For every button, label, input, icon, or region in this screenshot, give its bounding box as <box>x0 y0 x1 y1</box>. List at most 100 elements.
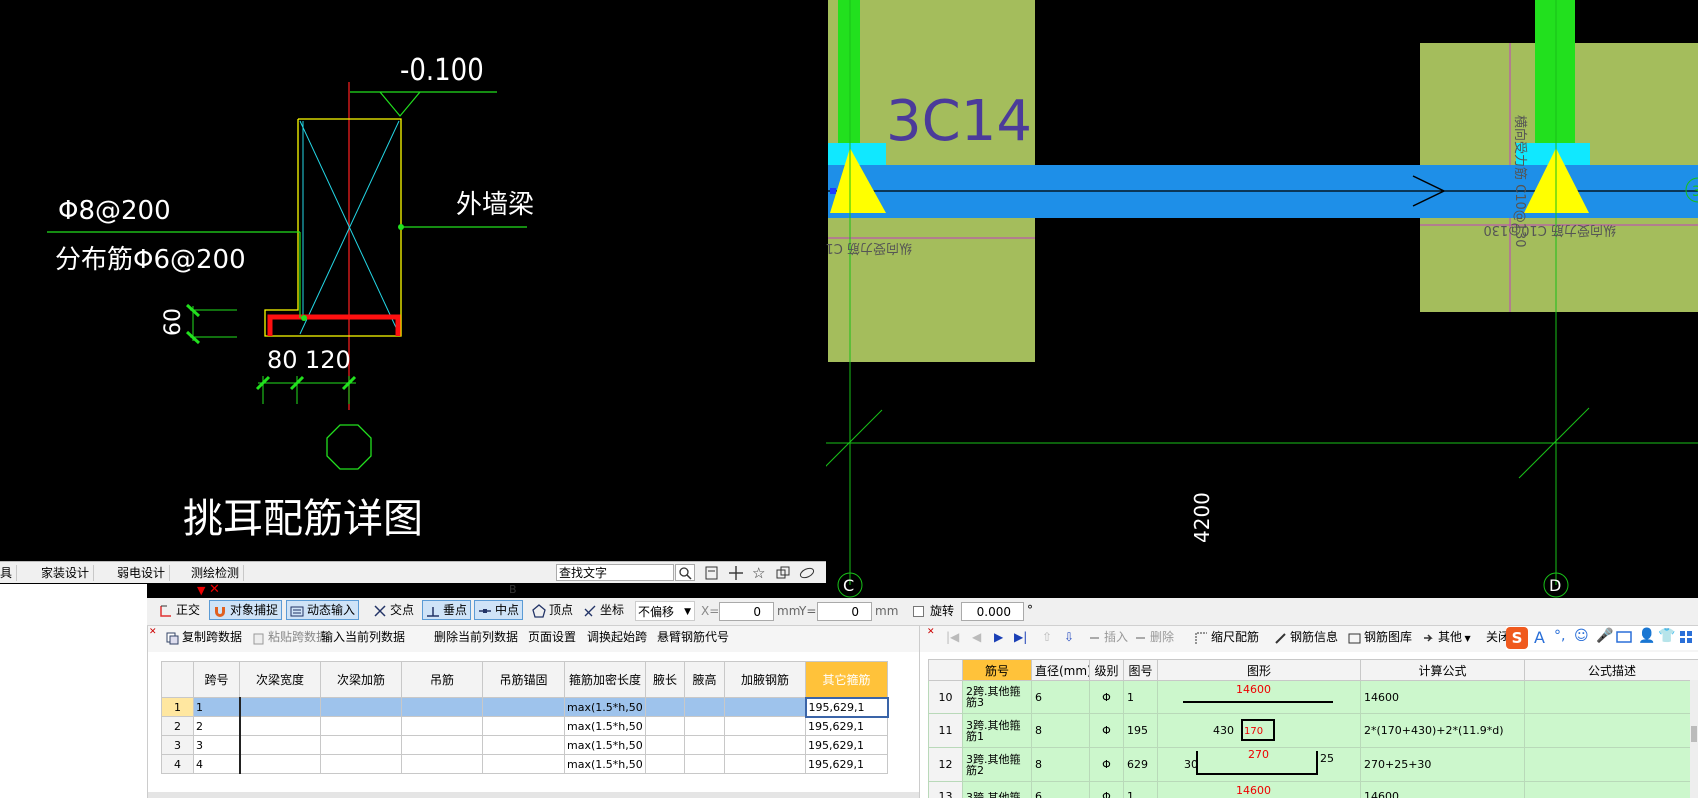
keyboard-icon[interactable] <box>1616 629 1632 648</box>
delete-column-button[interactable]: 删除当前列数据 <box>434 626 518 648</box>
ortho-button[interactable]: 正交 <box>155 600 204 620</box>
vertex-snap-button[interactable]: 顶点 <box>528 600 577 620</box>
column-header[interactable]: 次梁加筋 <box>320 661 402 698</box>
panel-close-icon[interactable]: ✕ <box>149 627 157 637</box>
table-cell[interactable] <box>320 716 402 736</box>
table-cell[interactable] <box>401 716 483 736</box>
column-header-active[interactable]: 筋号 <box>962 659 1032 681</box>
diameter-cell[interactable]: 6 <box>1031 680 1090 714</box>
grade-cell[interactable]: Φ <box>1089 781 1124 798</box>
column-header[interactable]: 直径(mm) <box>1031 659 1090 681</box>
table-cell[interactable] <box>645 754 685 774</box>
rebar-name-cell[interactable]: 2跨.其他箍筋3 <box>962 680 1032 714</box>
table-cell[interactable]: max(1.5*h,50 <box>564 735 646 755</box>
page-setup-button[interactable]: 页面设置 <box>528 626 576 648</box>
rebar-name-cell[interactable]: 3跨.其他箍 <box>962 781 1032 798</box>
rebar-info-button[interactable]: 钢筋信息 <box>1272 626 1338 648</box>
emoji-icon[interactable]: ☺ <box>1574 628 1589 644</box>
menu-item-weak-current[interactable]: 弱电设计 <box>113 565 171 581</box>
coordinate-snap-button[interactable]: 坐标 <box>579 600 628 620</box>
other-menu-button[interactable]: 其他 ▼ <box>1420 626 1471 648</box>
row-number[interactable]: 1 <box>161 697 194 717</box>
formula-cell[interactable]: 14600 <box>1360 781 1525 798</box>
horizontal-scrollbar[interactable] <box>148 792 920 798</box>
formula-description-cell[interactable] <box>1524 747 1698 782</box>
punctuation-icon[interactable]: °, <box>1554 628 1565 644</box>
skin-icon[interactable]: 👕 <box>1658 628 1675 644</box>
row-number[interactable]: 13 <box>928 781 963 798</box>
previous-record-icon[interactable]: ◀ <box>972 630 981 644</box>
table-cell[interactable] <box>320 754 402 774</box>
paste-span-button[interactable]: 粘贴跨数据 <box>250 626 328 648</box>
formula-description-cell[interactable] <box>1524 713 1698 748</box>
rotate-checkbox[interactable] <box>913 606 924 617</box>
shape-cell[interactable]: 30 270 25 <box>1157 747 1361 782</box>
column-header[interactable]: 次梁宽度 <box>239 661 321 698</box>
table-cell[interactable] <box>645 735 685 755</box>
column-header[interactable]: 吊筋 <box>401 661 483 698</box>
perpendicular-snap-button[interactable]: 垂点 <box>422 600 472 620</box>
table-cell[interactable] <box>401 735 483 755</box>
table-row[interactable]: 1 1 max(1.5*h,50 195,629,1 <box>161 696 889 718</box>
column-header[interactable]: 箍筋加密长度 <box>564 661 646 698</box>
column-header[interactable]: 加腋钢筋 <box>724 661 806 698</box>
first-record-icon[interactable]: |◀ <box>946 630 959 644</box>
ime-toolbar[interactable]: S A °, ☺ 🎤 👤 👕 <box>1506 626 1698 650</box>
grade-cell[interactable]: Φ <box>1089 680 1124 714</box>
table-cell[interactable] <box>239 716 321 736</box>
scale-rebar-button[interactable]: 缩尺配筋 <box>1193 626 1259 648</box>
table-cell[interactable] <box>645 697 685 717</box>
cantilever-rebar-code-button[interactable]: 悬臂钢筋代号 <box>657 626 729 648</box>
table-cell[interactable] <box>239 697 321 717</box>
panel-close-icon[interactable]: ✕ <box>927 627 935 637</box>
rebar-name-cell[interactable]: 3跨.其他箍筋1 <box>962 713 1032 748</box>
figure-number-cell[interactable]: 1 <box>1123 680 1158 714</box>
table-cell[interactable] <box>724 735 806 755</box>
table-cell[interactable] <box>482 697 565 717</box>
plan-drawing-canvas[interactable]: 3C14 纵向受力筋 C1 纵向受力筋 C10@130 横向受力筋 C10@13… <box>826 0 1698 598</box>
column-header[interactable]: 跨号 <box>193 661 240 698</box>
row-number[interactable]: 4 <box>161 754 194 774</box>
column-header[interactable]: 腋长 <box>645 661 685 698</box>
shape-cell[interactable]: 14600 <box>1157 680 1361 714</box>
table-cell[interactable]: 3 <box>193 735 241 755</box>
table-cell[interactable] <box>239 754 321 774</box>
table-row[interactable]: 13 3跨.其他箍 6 Φ 1 14600 14600 <box>928 781 1698 798</box>
table-cell[interactable] <box>724 716 806 736</box>
figure-number-cell[interactable]: 1 <box>1123 781 1158 798</box>
move-up-icon[interactable]: ⇧ <box>1042 630 1052 644</box>
grid-menu-icon[interactable] <box>1679 629 1693 648</box>
offset-select[interactable]: 不偏移 ▼ <box>635 601 695 621</box>
last-record-icon[interactable]: ▶| <box>1014 630 1027 644</box>
shape-cell[interactable]: 14600 <box>1157 781 1361 798</box>
column-header[interactable]: 图形 <box>1157 659 1361 681</box>
delete-button[interactable]: 删除 <box>1132 626 1174 648</box>
column-header-active[interactable]: 其它箍筋 <box>805 661 888 698</box>
insert-button[interactable]: 插入 <box>1086 626 1128 648</box>
table-row[interactable]: 10 2跨.其他箍筋3 6 Φ 1 14600 14600 <box>928 680 1698 714</box>
formula-cell[interactable]: 14600 <box>1360 680 1525 714</box>
row-number[interactable]: 12 <box>928 747 963 782</box>
copy-span-button[interactable]: 复制跨数据 <box>164 626 242 648</box>
table-row[interactable]: 2 2 max(1.5*h,50 195,629,1 <box>161 716 888 736</box>
figure-number-cell[interactable]: 195 <box>1123 713 1158 748</box>
table-row[interactable]: 4 4 max(1.5*h,50 195,629,1 <box>161 754 888 774</box>
diameter-cell[interactable]: 6 <box>1031 781 1090 798</box>
menu-item-survey[interactable]: 测绘检测 <box>187 565 245 581</box>
figure-number-cell[interactable]: 629 <box>1123 747 1158 782</box>
column-header[interactable]: 公式描述 <box>1524 659 1698 681</box>
formula-cell[interactable]: 2*(170+430)+2*(11.9*d) <box>1360 713 1525 748</box>
english-mode-icon[interactable]: A <box>1534 628 1545 647</box>
layout-icon[interactable] <box>704 565 720 584</box>
table-cell[interactable] <box>684 735 725 755</box>
row-number[interactable]: 3 <box>161 735 194 755</box>
table-cell[interactable]: 1 <box>193 697 241 717</box>
input-column-button[interactable]: 输入当前列数据 <box>321 626 405 648</box>
windows-icon[interactable] <box>775 565 791 584</box>
column-header[interactable]: 图号 <box>1123 659 1158 681</box>
table-cell-selected[interactable]: 195,629,1 <box>804 696 889 718</box>
adjust-start-span-button[interactable]: 调换起始跨 <box>587 626 647 648</box>
link-icon[interactable] <box>798 565 816 584</box>
column-header[interactable]: 级别 <box>1089 659 1124 681</box>
detail-drawing-canvas[interactable]: -0.100 Φ8@200 外墙梁 分布筋Φ6@200 60 80 120 挑耳… <box>0 0 826 561</box>
